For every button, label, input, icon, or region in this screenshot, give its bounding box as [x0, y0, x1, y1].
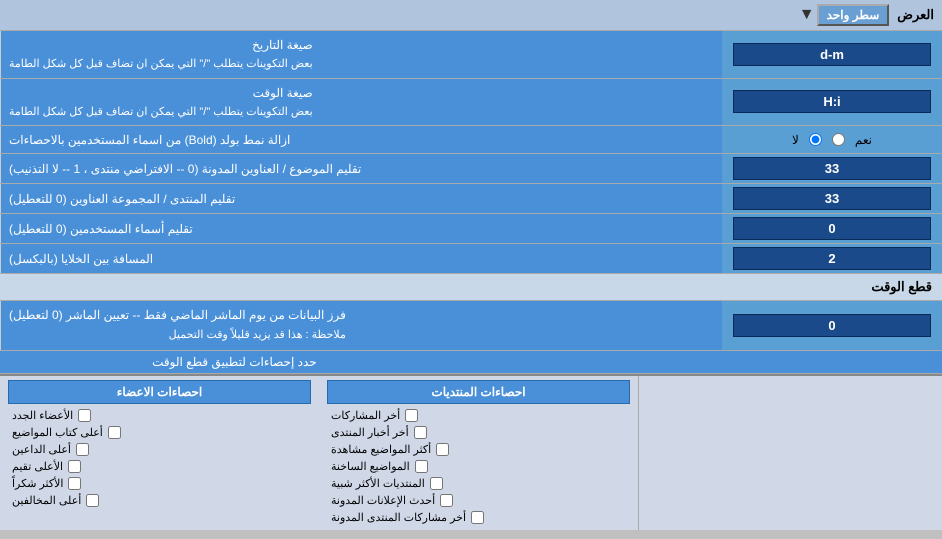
- date-format-input[interactable]: [733, 43, 931, 66]
- stats-members-header: احصاءات الاعضاء: [8, 380, 311, 404]
- realtime-input[interactable]: [733, 314, 931, 337]
- user-limit-input-cell: [722, 214, 942, 243]
- cell-space-input[interactable]: [733, 247, 931, 270]
- stats-posts-header: احصاءات المنتديات: [327, 380, 630, 404]
- date-format-label: صيغة التاريخبعض التكوينات يتطلب "/" التي…: [0, 31, 722, 78]
- realtime-label: فرز البيانات من يوم الماشر الماضي فقط --…: [0, 301, 722, 350]
- cell-space-label: المسافة بين الخلايا (بالبكسل): [0, 244, 722, 273]
- radio-yes[interactable]: [832, 133, 845, 146]
- limit-label: حدد إحصاءات لتطبيق قطع الوقت: [8, 355, 317, 369]
- bold-remove-radio-cell: لا نعم: [722, 126, 942, 153]
- time-format-row: صيغة الوقتبعض التكوينات يتطلب "/" التي ي…: [0, 79, 942, 127]
- forum-limit-row: تقليم المنتدى / المجموعة العناوين (0 للت…: [0, 184, 942, 214]
- forum-limit-input[interactable]: [733, 187, 931, 210]
- bold-remove-row: لا نعم ازالة نمط بولد (Bold) من اسماء ال…: [0, 126, 942, 154]
- checkbox-post-2: أكثر المواضيع مشاهدة: [327, 441, 630, 458]
- cb-post-2[interactable]: [436, 443, 449, 456]
- cb-post-4[interactable]: [430, 477, 443, 490]
- stats-members-col: احصاءات الاعضاء الأعضاء الجدد أعلى كتاب …: [0, 376, 319, 530]
- radio-no[interactable]: [809, 133, 822, 146]
- checkbox-mem-2: أعلى الداعين: [8, 441, 311, 458]
- date-format-row: صيغة التاريخبعض التكوينات يتطلب "/" التي…: [0, 31, 942, 79]
- forum-limit-input-cell: [722, 184, 942, 213]
- bold-remove-label: ازالة نمط بولد (Bold) من اسماء المستخدمي…: [0, 126, 722, 153]
- stats-empty-col: [639, 376, 942, 530]
- realtime-section-header: قطع الوقت: [0, 274, 942, 301]
- cb-mem-2[interactable]: [76, 443, 89, 456]
- cb-post-3[interactable]: [415, 460, 428, 473]
- checkbox-post-0: أخر المشاركات: [327, 407, 630, 424]
- user-limit-input[interactable]: [733, 217, 931, 240]
- checkbox-mem-0: الأعضاء الجدد: [8, 407, 311, 424]
- cb-mem-1[interactable]: [108, 426, 121, 439]
- realtime-input-cell: [722, 301, 942, 350]
- cb-post-1[interactable]: [414, 426, 427, 439]
- cb-post-6[interactable]: [471, 511, 484, 524]
- time-format-label: صيغة الوقتبعض التكوينات يتطلب "/" التي ي…: [0, 79, 722, 126]
- cb-mem-5[interactable]: [86, 494, 99, 507]
- checkbox-post-5: أحدث الإعلانات المدونة: [327, 492, 630, 509]
- user-limit-label: تقليم أسماء المستخدمين (0 للتعطيل): [0, 214, 722, 243]
- checkbox-mem-3: الأعلى تقيم: [8, 458, 311, 475]
- cb-post-0[interactable]: [405, 409, 418, 422]
- cb-mem-3[interactable]: [68, 460, 81, 473]
- checkbox-post-3: المواضيع الساخنة: [327, 458, 630, 475]
- checkbox-mem-1: أعلى كتاب المواضيع: [8, 424, 311, 441]
- topic-limit-input[interactable]: [733, 157, 931, 180]
- cell-space-input-cell: [722, 244, 942, 273]
- time-format-input[interactable]: [733, 90, 931, 113]
- checkbox-mem-5: أعلى المخالفين: [8, 492, 311, 509]
- topic-limit-label: تقليم الموضوع / العناوين المدونة (0 -- ا…: [0, 154, 722, 183]
- limit-label-row: حدد إحصاءات لتطبيق قطع الوقت: [0, 351, 942, 374]
- display-dropdown[interactable]: سطر واحد: [817, 4, 890, 26]
- header-row: العرض سطر واحد ▼: [0, 0, 942, 31]
- radio-no-label: لا: [792, 133, 799, 147]
- cb-mem-4[interactable]: [68, 477, 81, 490]
- user-limit-row: تقليم أسماء المستخدمين (0 للتعطيل): [0, 214, 942, 244]
- forum-limit-label: تقليم المنتدى / المجموعة العناوين (0 للت…: [0, 184, 722, 213]
- topic-limit-row: تقليم الموضوع / العناوين المدونة (0 -- ا…: [0, 154, 942, 184]
- checkbox-post-1: أخر أخبار المنتدى: [327, 424, 630, 441]
- realtime-row: فرز البيانات من يوم الماشر الماضي فقط --…: [0, 301, 942, 351]
- cell-space-row: المسافة بين الخلايا (بالبكسل): [0, 244, 942, 274]
- checkbox-post-4: المنتديات الأكثر شبية: [327, 475, 630, 492]
- checkbox-post-6: أخر مشاركات المنتدى المدونة: [327, 509, 630, 526]
- date-format-input-cell: [722, 31, 942, 78]
- checkbox-mem-4: الأكثر شكراً: [8, 475, 311, 492]
- cb-post-5[interactable]: [440, 494, 453, 507]
- stats-area: احصاءات المنتديات أخر المشاركات أخر أخبا…: [0, 374, 942, 530]
- cb-mem-0[interactable]: [78, 409, 91, 422]
- page-title: العرض: [897, 7, 934, 23]
- time-format-input-cell: [722, 79, 942, 126]
- radio-yes-label: نعم: [855, 133, 872, 147]
- topic-limit-input-cell: [722, 154, 942, 183]
- stats-posts-col: احصاءات المنتديات أخر المشاركات أخر أخبا…: [319, 376, 639, 530]
